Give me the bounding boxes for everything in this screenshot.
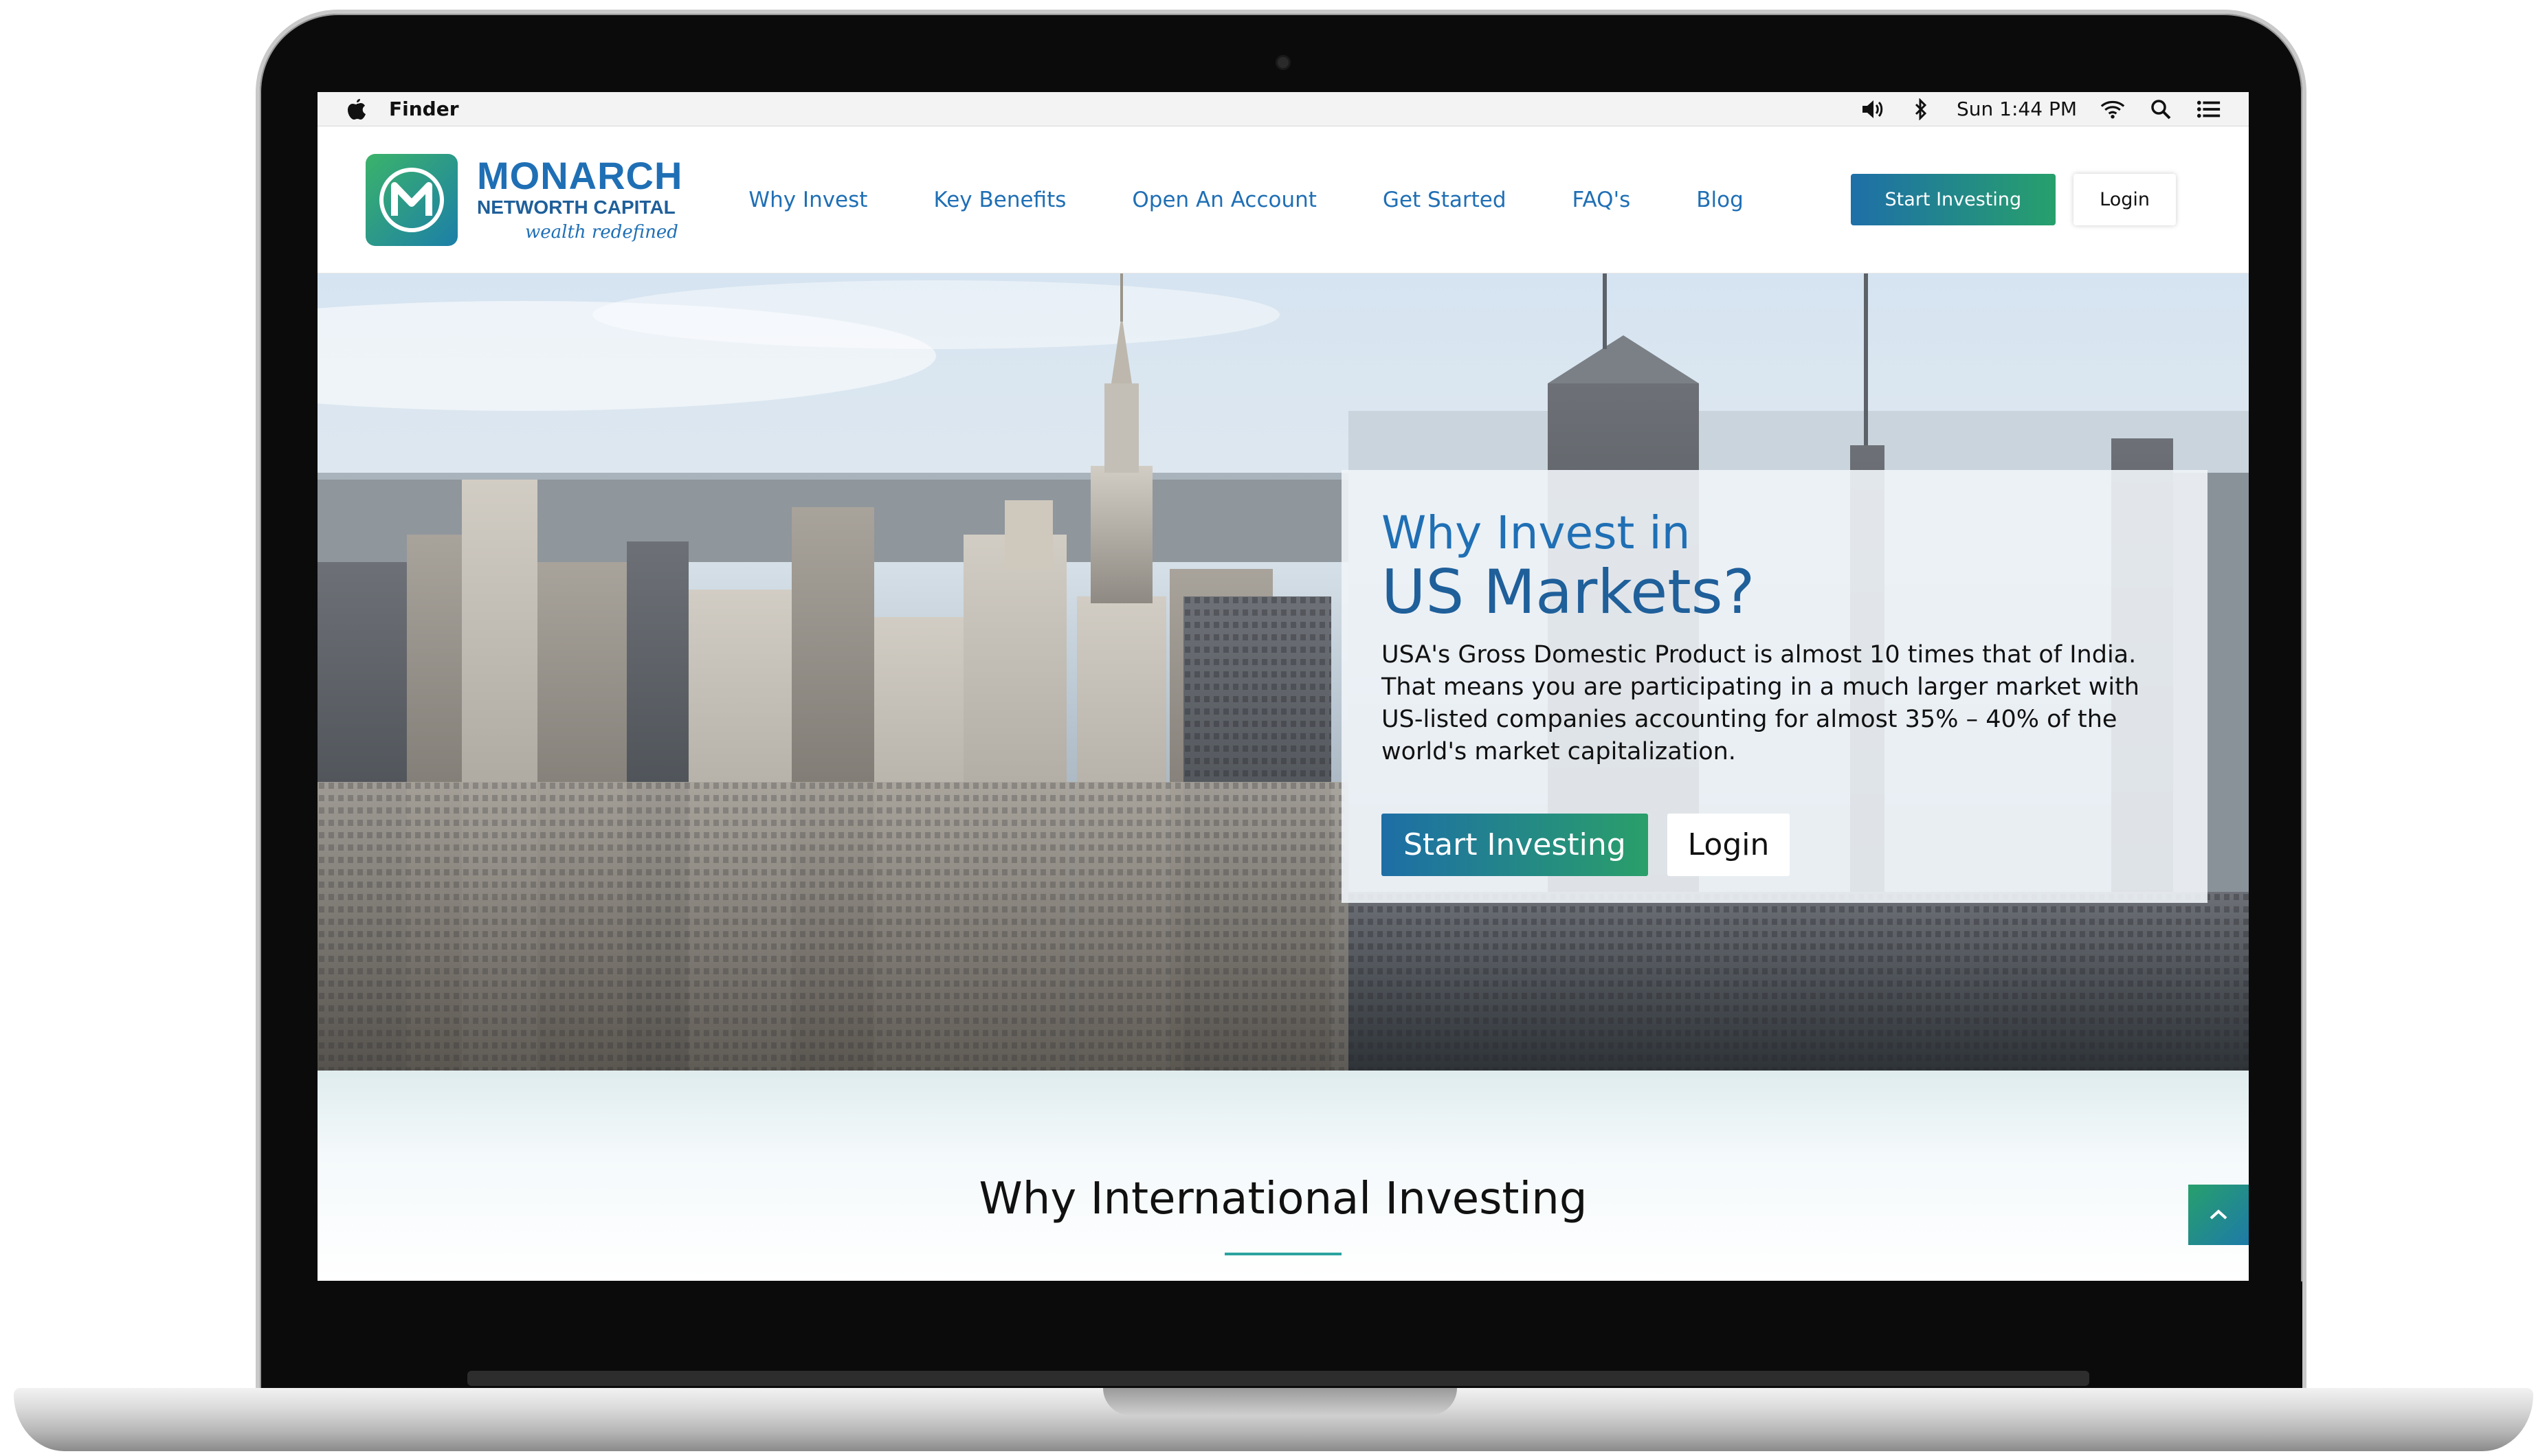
volume-icon[interactable]	[1860, 97, 1885, 122]
apple-icon[interactable]	[345, 98, 368, 121]
hero-login-button[interactable]: Login	[1667, 814, 1790, 876]
logo-tagline: wealth redefined	[525, 221, 678, 243]
logo-name: MONARCH	[477, 153, 683, 197]
nav-faqs[interactable]: FAQ's	[1572, 188, 1631, 212]
logo-subname: NETWORTH CAPITAL	[477, 196, 676, 218]
hero-start-investing-button[interactable]: Start Investing	[1381, 814, 1648, 876]
header-start-investing-button[interactable]: Start Investing	[1850, 174, 2056, 225]
mac-menubar: Finder Sun 1:44 PM	[318, 92, 2249, 126]
webcam	[1276, 55, 1291, 70]
section-title-underline	[1225, 1253, 1342, 1255]
hero-card: Why Invest in US Markets? USA's Gross Do…	[1342, 470, 2207, 903]
nav-why-invest[interactable]: Why Invest	[748, 188, 867, 212]
scroll-to-top-button[interactable]	[2188, 1185, 2249, 1245]
nav-key-benefits[interactable]: Key Benefits	[933, 188, 1066, 212]
chevron-up-icon	[2210, 1209, 2227, 1220]
site-logo[interactable]: MONARCH NETWORTH CAPITAL wealth redefine…	[366, 153, 683, 246]
menubar-clock[interactable]: Sun 1:44 PM	[1957, 98, 2077, 120]
laptop-opening-notch	[1103, 1388, 1457, 1415]
spotlight-search-icon[interactable]	[2148, 97, 2173, 122]
nav-blog[interactable]: Blog	[1696, 188, 1744, 212]
monarch-logo-icon	[366, 153, 458, 246]
bezel-hinge	[467, 1371, 2089, 1386]
menubar-status-area: Sun 1:44 PM	[1860, 97, 2221, 122]
finder-menu[interactable]: Finder	[389, 98, 459, 120]
section-title: Why International Investing	[979, 1174, 1588, 1224]
wifi-icon[interactable]	[2100, 97, 2125, 122]
hero-banner: Why Invest in US Markets? USA's Gross Do…	[318, 273, 2249, 1071]
hero-description: USA's Gross Domestic Product is almost 1…	[1381, 641, 2139, 765]
notification-center-icon[interactable]	[2196, 97, 2221, 122]
site-header: MONARCH NETWORTH CAPITAL wealth redefine…	[318, 126, 2249, 273]
header-login-button[interactable]: Login	[2073, 174, 2176, 225]
hero-actions: Start Investing Login	[1381, 814, 2166, 876]
hero-title-line2: US Markets?	[1381, 557, 1755, 627]
why-international-section: Why International Investing	[318, 1071, 2249, 1281]
screen: Finder Sun 1:44 PM MONARCH NETWORTH CAPI…	[318, 92, 2249, 1281]
hero-title-line1: Why Invest in	[1381, 506, 1691, 559]
bluetooth-icon[interactable]	[1909, 97, 1933, 122]
logo-text: MONARCH NETWORTH CAPITAL wealth redefine…	[477, 153, 683, 244]
nav-get-started[interactable]: Get Started	[1383, 188, 1506, 212]
header-actions: Start Investing Login	[1850, 174, 2176, 225]
nav-open-an-account[interactable]: Open An Account	[1132, 188, 1317, 212]
main-nav: Why Invest Key Benefits Open An Account …	[748, 188, 1743, 212]
